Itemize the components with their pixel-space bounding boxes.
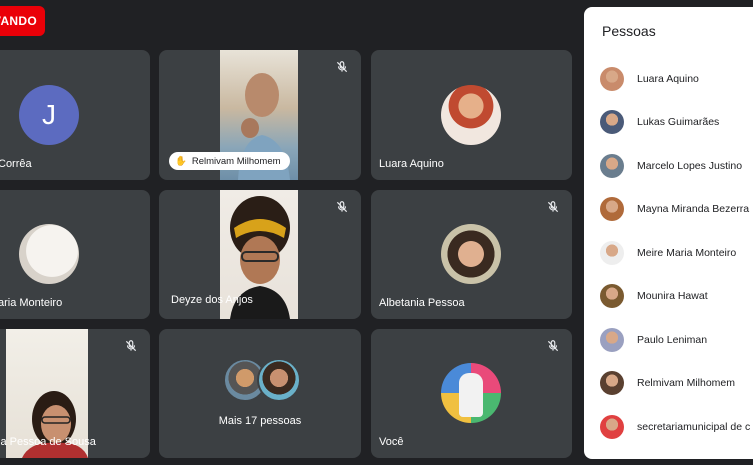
people-panel: Pessoas Luara Aquino Lukas Guimarães Marce… xyxy=(584,7,753,459)
avatar xyxy=(600,153,624,178)
person-name: Meire Maria Monteiro xyxy=(637,246,737,259)
participant-tile[interactable]: Albetania Pessoa xyxy=(371,190,572,319)
participant-tile[interactable]: ✋ Relmivam Milhomem xyxy=(159,50,361,180)
person-name: Luara Aquino xyxy=(637,72,699,85)
people-list-item[interactable]: Mayna Miranda Bezerra xyxy=(584,188,753,232)
people-list-item[interactable]: Meire Maria Monteiro xyxy=(584,231,753,275)
person-name: Mounira Hawat xyxy=(637,290,708,303)
mic-off-icon xyxy=(125,340,137,352)
more-participants-tile[interactable]: Mais 17 pessoas xyxy=(159,329,361,458)
avatar xyxy=(600,327,624,352)
person-name: Relmivam Milhomem xyxy=(637,377,736,390)
recording-badge: VANDO xyxy=(0,6,45,36)
hand-icon: ✋ xyxy=(175,155,187,167)
raised-hand-label: Relmivam Milhomem xyxy=(191,155,281,167)
self-tile[interactable]: Você xyxy=(371,329,572,458)
avatar xyxy=(600,66,624,91)
people-list-item[interactable]: Lukas Guimarães xyxy=(584,101,753,145)
people-list-item[interactable]: Marcelo Lopes Justino xyxy=(584,144,753,188)
avatar xyxy=(600,110,624,135)
people-list-item[interactable]: Paulo Leniman xyxy=(584,318,753,362)
mic-off-icon xyxy=(336,201,348,213)
people-list-item[interactable]: secretariamunicipal de c xyxy=(584,405,753,449)
participant-name: Você xyxy=(379,436,404,448)
participant-name: aria Monteiro xyxy=(0,297,63,309)
avatar: J xyxy=(19,85,79,145)
person-name: Mayna Miranda Bezerra xyxy=(637,203,750,216)
avatar xyxy=(600,284,624,309)
avatar xyxy=(600,371,624,396)
participant-name: Luara Aquino xyxy=(379,158,444,170)
people-list: Luara Aquino Lukas Guimarães Marcelo Lopes… xyxy=(584,57,753,449)
people-panel-title: Pessoas xyxy=(602,23,656,39)
participant-tile[interactable]: ia Pessoa de Sousa xyxy=(0,329,150,458)
more-participants-label: Mais 17 pessoas xyxy=(218,415,302,427)
participant-name: Albetania Pessoa xyxy=(379,297,465,309)
participant-tile[interactable]: J Corrêa xyxy=(0,50,150,180)
person-name: Lukas Guimarães xyxy=(637,116,720,129)
participant-tile[interactable]: aria Monteiro xyxy=(0,190,150,319)
mic-off-icon xyxy=(547,340,559,352)
person-name: Paulo Leniman xyxy=(637,333,708,346)
avatar xyxy=(441,85,501,145)
avatar xyxy=(441,363,501,423)
participant-name: Deyze dos Anjos xyxy=(171,294,253,306)
avatar xyxy=(257,358,301,402)
avatar xyxy=(19,224,79,284)
person-name: secretariamunicipal de c xyxy=(637,420,751,433)
avatar xyxy=(600,414,624,439)
person-name: Marcelo Lopes Justino xyxy=(637,159,743,172)
people-list-item[interactable]: Mounira Hawat xyxy=(584,275,753,319)
mic-off-icon xyxy=(547,201,559,213)
avatar xyxy=(441,224,501,284)
avatar xyxy=(600,197,624,222)
avatar xyxy=(600,240,624,265)
recording-label: VANDO xyxy=(0,14,37,28)
raised-hand-badge: ✋ Relmivam Milhomem xyxy=(169,152,290,170)
participant-tile[interactable]: Deyze dos Anjos xyxy=(159,190,361,319)
participant-name: Corrêa xyxy=(0,158,32,170)
participant-name: ia Pessoa de Sousa xyxy=(0,436,96,448)
participant-tile[interactable]: Luara Aquino xyxy=(371,50,572,180)
people-list-item[interactable]: Luara Aquino xyxy=(584,57,753,101)
people-list-item[interactable]: Relmivam Milhomem xyxy=(584,362,753,406)
mic-off-icon xyxy=(336,61,348,73)
